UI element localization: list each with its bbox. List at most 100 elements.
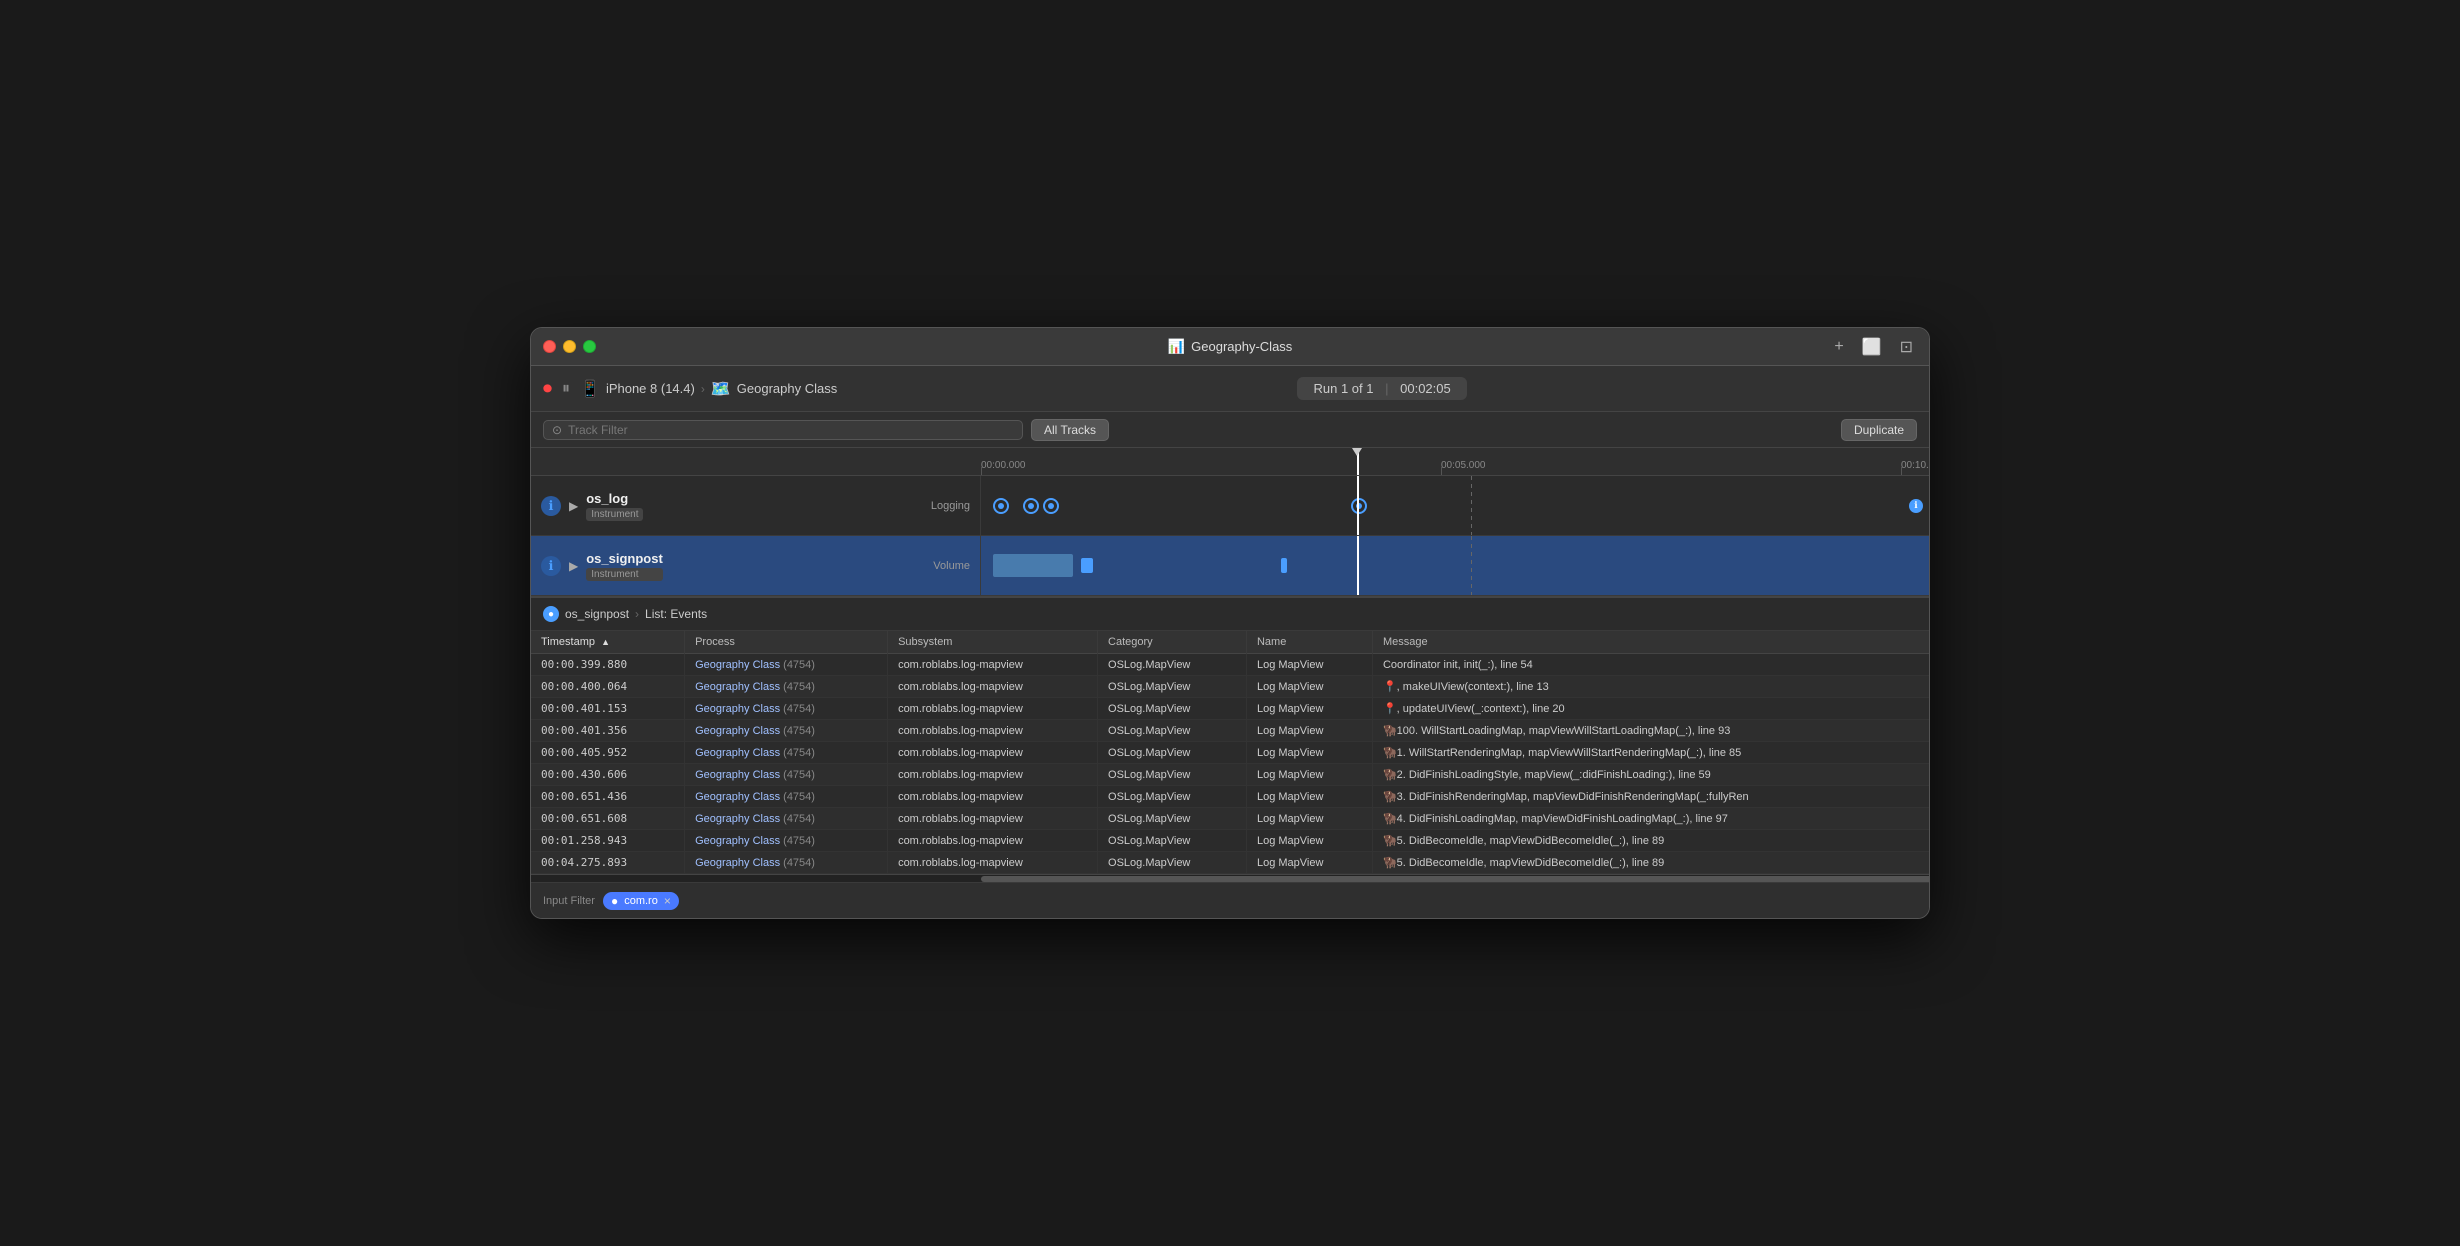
all-tracks-button[interactable]: All Tracks xyxy=(1031,419,1109,441)
td-name: Log MapView xyxy=(1246,786,1372,808)
td-timestamp: 00:00.399.880 xyxy=(531,654,685,676)
td-subsystem: com.roblabs.log-mapview xyxy=(888,764,1098,786)
detail-bc-track: os_signpost xyxy=(565,607,629,621)
th-process[interactable]: Process xyxy=(685,631,888,654)
td-subsystem: com.roblabs.log-mapview xyxy=(888,720,1098,742)
table-row[interactable]: 00:00.430.606 Geography Class (4754) com… xyxy=(531,764,1929,786)
td-message: 📍, updateUIView(_:context:), line 20 xyxy=(1372,698,1929,720)
table-row[interactable]: 00:00.399.880 Geography Class (4754) com… xyxy=(531,654,1929,676)
track-os-signpost-badge-icon: ℹ xyxy=(549,558,554,574)
device-name[interactable]: iPhone 8 (14.4) xyxy=(606,381,695,396)
tick-5: 00:05.000 xyxy=(1441,460,1486,471)
td-timestamp: 00:00.651.608 xyxy=(531,808,685,830)
table-row[interactable]: 00:00.400.064 Geography Class (4754) com… xyxy=(531,676,1929,698)
th-message[interactable]: Message xyxy=(1372,631,1929,654)
td-name: Log MapView xyxy=(1246,742,1372,764)
table-row[interactable]: 00:00.651.608 Geography Class (4754) com… xyxy=(531,808,1929,830)
table-row[interactable]: 00:00.405.952 Geography Class (4754) com… xyxy=(531,742,1929,764)
track-os-signpost-header: ℹ ▶ os_signpost Instrument Volume xyxy=(531,536,981,595)
track-os-log[interactable]: ℹ ▶ os_log Instrument Logging xyxy=(531,476,1929,536)
td-name: Log MapView xyxy=(1246,852,1372,874)
event-dot-1 xyxy=(993,498,1009,514)
close-button[interactable] xyxy=(543,340,556,353)
track-os-signpost-expand[interactable]: ▶ xyxy=(569,559,578,573)
waveform-2 xyxy=(1081,558,1093,572)
project-name[interactable]: Geography Class xyxy=(737,381,837,396)
timeline-playhead xyxy=(1357,448,1359,475)
sort-arrow: ▲ xyxy=(601,637,610,647)
th-name[interactable]: Name xyxy=(1246,631,1372,654)
track-os-log-expand[interactable]: ▶ xyxy=(569,499,578,513)
track-os-log-content: ℹ xyxy=(981,476,1929,535)
window-icon: 📊 xyxy=(1168,338,1185,355)
run-separator: | xyxy=(1385,381,1388,396)
td-name: Log MapView xyxy=(1246,698,1372,720)
track-os-signpost-name: os_signpost xyxy=(586,551,663,566)
track-os-log-header: ℹ ▶ os_log Instrument Logging xyxy=(531,476,981,535)
table-row[interactable]: 00:04.275.893 Geography Class (4754) com… xyxy=(531,852,1929,874)
filter-tag[interactable]: ● com.ro × xyxy=(603,892,679,910)
track-os-log-badge-label: Instrument xyxy=(586,508,643,521)
th-category[interactable]: Category xyxy=(1098,631,1247,654)
track-os-log-right-indicator: ℹ xyxy=(1909,499,1923,513)
maximize-button[interactable] xyxy=(583,340,596,353)
toolbar: ⏺ ⏸ 📱 iPhone 8 (14.4) › 🗺️ Geography Cla… xyxy=(531,366,1929,412)
track-os-signpost-badge-label: Instrument xyxy=(586,568,663,581)
td-timestamp: 00:00.405.952 xyxy=(531,742,685,764)
duplicate-button[interactable]: Duplicate xyxy=(1841,419,1917,441)
add-track-button[interactable]: + xyxy=(1830,336,1847,358)
track-os-signpost[interactable]: ℹ ▶ os_signpost Instrument Volume xyxy=(531,536,1929,596)
td-subsystem: com.roblabs.log-mapview xyxy=(888,676,1098,698)
table-row[interactable]: 00:00.401.153 Geography Class (4754) com… xyxy=(531,698,1929,720)
record-button[interactable]: ⏺ xyxy=(543,378,552,399)
td-subsystem: com.roblabs.log-mapview xyxy=(888,808,1098,830)
titlebar: 📊 Geography-Class + ⬜ ⊡ xyxy=(531,328,1929,366)
td-message: 🦬5. DidBecomeIdle, mapViewDidBecomeIdle(… xyxy=(1372,830,1929,852)
detail-pane: ● os_signpost › List: Events Timestamp ▲… xyxy=(531,596,1929,874)
window-title: Geography-Class xyxy=(1191,339,1292,354)
scrollbar-area[interactable] xyxy=(531,874,1929,882)
table-header-row: Timestamp ▲ Process Subsystem Category N… xyxy=(531,631,1929,654)
td-message: 🦬1. WillStartRenderingMap, mapViewWillSt… xyxy=(1372,742,1929,764)
filterbar: ⊙ Track Filter All Tracks Duplicate xyxy=(531,412,1929,448)
th-timestamp[interactable]: Timestamp ▲ xyxy=(531,631,685,654)
td-category: OSLog.MapView xyxy=(1098,720,1247,742)
td-category: OSLog.MapView xyxy=(1098,742,1247,764)
titlebar-center: 📊 Geography-Class xyxy=(1168,338,1293,355)
td-name: Log MapView xyxy=(1246,720,1372,742)
td-name: Log MapView xyxy=(1246,676,1372,698)
timeline-header: 00:00.000 00:05.000 00:10.00 xyxy=(531,448,1929,476)
td-process: Geography Class (4754) xyxy=(685,676,888,698)
track-os-log-name: os_log xyxy=(586,491,643,506)
td-message: 🦬3. DidFinishRenderingMap, mapViewDidFin… xyxy=(1372,786,1929,808)
main-window: 📊 Geography-Class + ⬜ ⊡ ⏺ ⏸ 📱 iPhone 8 (… xyxy=(530,327,1930,919)
td-subsystem: com.roblabs.log-mapview xyxy=(888,742,1098,764)
td-timestamp: 00:00.430.606 xyxy=(531,764,685,786)
filter-tag-value: com.ro xyxy=(624,895,658,907)
td-subsystem: com.roblabs.log-mapview xyxy=(888,830,1098,852)
td-name: Log MapView xyxy=(1246,764,1372,786)
event-dot-3 xyxy=(1043,498,1059,514)
th-subsystem[interactable]: Subsystem xyxy=(888,631,1098,654)
pause-button[interactable]: ⏸ xyxy=(562,380,570,398)
table-row[interactable]: 00:00.651.436 Geography Class (4754) com… xyxy=(531,786,1929,808)
td-category: OSLog.MapView xyxy=(1098,786,1247,808)
td-message: Coordinator init, init(_:), line 54 xyxy=(1372,654,1929,676)
td-name: Log MapView xyxy=(1246,830,1372,852)
table-row[interactable]: 00:00.401.356 Geography Class (4754) com… xyxy=(531,720,1929,742)
panel-toggle-button[interactable]: ⊡ xyxy=(1896,335,1917,359)
table-row[interactable]: 00:01.258.943 Geography Class (4754) com… xyxy=(531,830,1929,852)
track-os-signpost-content xyxy=(981,536,1929,595)
td-timestamp: 00:00.401.153 xyxy=(531,698,685,720)
data-table-container[interactable]: Timestamp ▲ Process Subsystem Category N… xyxy=(531,631,1929,874)
td-process: Geography Class (4754) xyxy=(685,852,888,874)
bottom-bar: Input Filter ● com.ro × xyxy=(531,882,1929,918)
minimize-button[interactable] xyxy=(563,340,576,353)
track-filter-input[interactable]: ⊙ Track Filter xyxy=(543,420,1023,440)
filter-tag-close[interactable]: × xyxy=(664,894,671,908)
split-view-button[interactable]: ⬜ xyxy=(1858,335,1886,359)
waveform-3 xyxy=(1281,558,1287,572)
detail-bc-arrow: › xyxy=(635,607,639,621)
detail-breadcrumb: ● os_signpost › List: Events xyxy=(531,598,1929,631)
device-breadcrumb: 📱 iPhone 8 (14.4) › 🗺️ Geography Class xyxy=(580,379,837,399)
